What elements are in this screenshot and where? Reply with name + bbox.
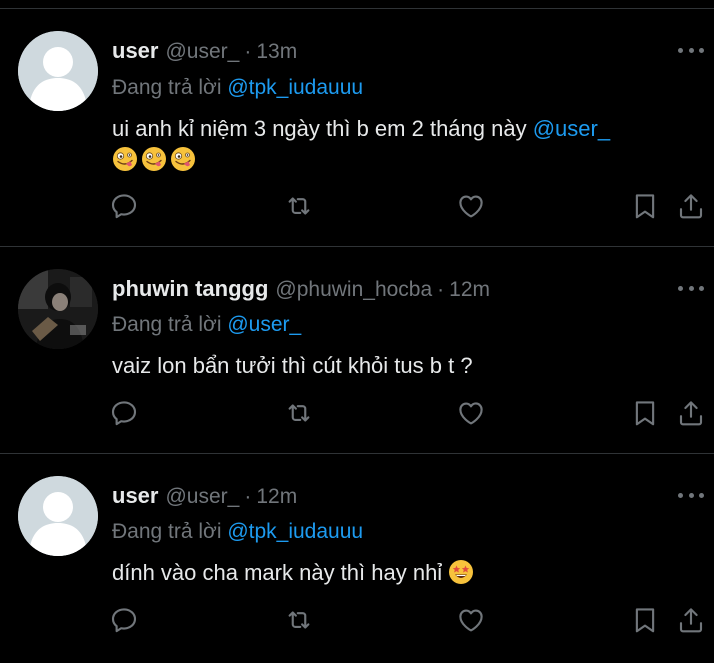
like-icon[interactable] [456, 605, 486, 635]
reply-mention-link[interactable]: @user_ [227, 313, 301, 336]
tweet-text: dính vào cha mark này thì hay nhỉ [112, 557, 702, 588]
timestamp[interactable]: 12m [256, 485, 297, 509]
text-mention-link[interactable]: @user_ [533, 116, 610, 141]
retweet-icon[interactable] [284, 191, 314, 221]
tweet-text: ui anh kỉ niệm 3 ngày thì b em 2 tháng n… [112, 113, 702, 175]
like-icon[interactable] [456, 398, 486, 428]
replying-to: Đang trả lời @user_ [112, 313, 301, 337]
separator-dot: · [244, 485, 252, 508]
separator-dot: · [244, 40, 252, 63]
star-struck-face-icon [448, 559, 474, 585]
separator-dot: · [437, 278, 445, 301]
timestamp[interactable]: 12m [449, 278, 490, 302]
photo-avatar[interactable] [18, 269, 98, 349]
like-icon[interactable] [456, 191, 486, 221]
reply-icon[interactable] [109, 191, 139, 221]
user-handle[interactable]: @user_ [165, 485, 239, 509]
timestamp[interactable]: 13m [256, 40, 297, 64]
retweet-icon[interactable] [284, 605, 314, 635]
reply-icon[interactable] [109, 398, 139, 428]
default-avatar-icon [18, 476, 98, 556]
replying-to-label: Đang trả lời [112, 520, 228, 543]
retweet-icon[interactable] [284, 398, 314, 428]
reply-icon[interactable] [109, 605, 139, 635]
share-icon[interactable] [676, 191, 706, 221]
photo-avatar-image [18, 269, 98, 349]
tweet-actions [0, 605, 714, 637]
tweet-text: vaiz lon bẩn tưởi thì cút khỏi tus b t ? [112, 350, 702, 381]
zany-face-icon [170, 146, 196, 172]
tweet-1[interactable]: user @user_ · 13m Đang trả lời @tpk_iuda… [0, 8, 714, 246]
share-icon[interactable] [676, 398, 706, 428]
display-name[interactable]: phuwin tanggg [112, 276, 268, 302]
share-icon[interactable] [676, 605, 706, 635]
bookmark-icon[interactable] [630, 191, 660, 221]
tweet-text-body: dính vào cha mark này thì hay nhỉ [112, 560, 449, 585]
reply-mention-link[interactable]: @tpk_iudauuu [227, 520, 363, 543]
zany-face-icon [112, 146, 138, 172]
bookmark-icon[interactable] [630, 605, 660, 635]
user-handle[interactable]: @phuwin_hocba [275, 278, 432, 302]
default-avatar[interactable] [18, 476, 98, 556]
bookmark-icon[interactable] [630, 398, 660, 428]
tweet-header: user @user_ · 12m [112, 483, 297, 513]
reply-mention-link[interactable]: @tpk_iudauuu [227, 76, 363, 99]
tweet-actions [0, 191, 714, 223]
replying-to-label: Đang trả lời [112, 76, 228, 99]
more-options-icon[interactable] [678, 48, 704, 58]
tweet-header: user @user_ · 13m [112, 38, 297, 68]
replying-to: Đang trả lời @tpk_iudauuu [112, 520, 363, 544]
zany-face-icon [141, 146, 167, 172]
user-handle[interactable]: @user_ [165, 40, 239, 64]
display-name[interactable]: user [112, 483, 158, 509]
more-options-icon[interactable] [678, 286, 704, 296]
more-options-icon[interactable] [678, 493, 704, 503]
default-avatar-icon [18, 31, 98, 111]
tweet-text-body: ui anh kỉ niệm 3 ngày thì b em 2 tháng n… [112, 116, 533, 141]
display-name[interactable]: user [112, 38, 158, 64]
replying-to: Đang trả lời @tpk_iudauuu [112, 76, 363, 100]
tweet-actions [0, 398, 714, 430]
replying-to-label: Đang trả lời [112, 313, 228, 336]
tweet-text-body: vaiz lon bẩn tưởi thì cút khỏi tus b t ? [112, 353, 473, 378]
tweet-3[interactable]: user @user_ · 12m Đang trả lời @tpk_iuda… [0, 454, 714, 663]
tweet-2[interactable]: phuwin tanggg @phuwin_hocba · 12m Đang t… [0, 247, 714, 453]
default-avatar[interactable] [18, 31, 98, 111]
tweet-header: phuwin tanggg @phuwin_hocba · 12m [112, 276, 490, 306]
